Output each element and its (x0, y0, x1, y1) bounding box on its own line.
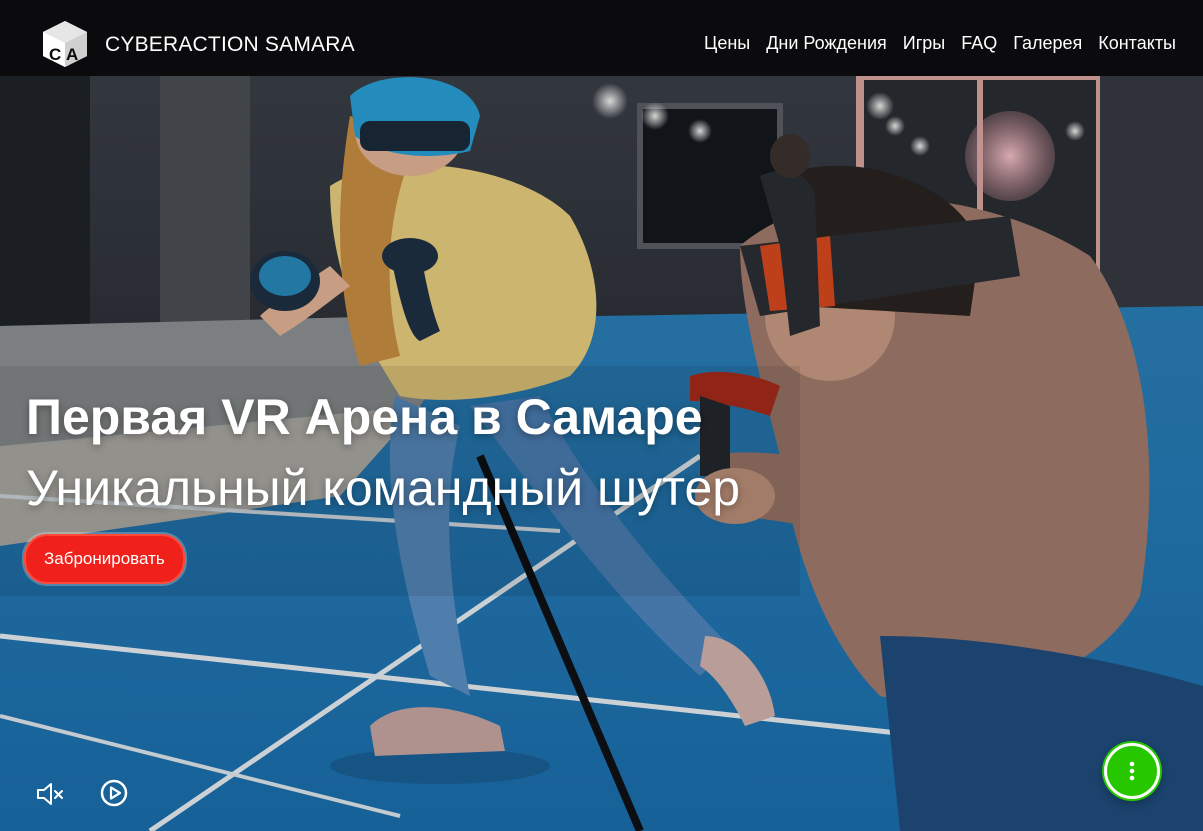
svg-text:C: C (49, 45, 61, 64)
hero-section (0, 76, 1203, 831)
nav-link-games[interactable]: Игры (903, 33, 945, 54)
nav-link-birthdays[interactable]: Дни Рождения (766, 33, 887, 54)
brand-name[interactable]: CYBERACTION SAMARA (105, 33, 355, 57)
speaker-muted-icon[interactable] (34, 778, 66, 810)
hero-subheadline: Уникальный командный шутер (26, 460, 741, 516)
hero-background-image (0, 76, 1203, 831)
nav-link-faq[interactable]: FAQ (961, 33, 997, 54)
svg-text:A: A (66, 45, 78, 64)
site-header: C A CYBERACTION SAMARA Цены Дни Рождения… (0, 0, 1203, 76)
play-circle-icon[interactable] (99, 778, 129, 808)
nav-link-prices[interactable]: Цены (704, 33, 750, 54)
nav-link-gallery[interactable]: Галерея (1013, 33, 1082, 54)
page: C A CYBERACTION SAMARA Цены Дни Рождения… (0, 0, 1203, 831)
logo-icon[interactable]: C A (40, 19, 90, 69)
hero-headline: Первая VR Арена в Самаре (26, 389, 703, 445)
main-nav: Цены Дни Рождения Игры FAQ Галерея Конта… (704, 33, 1176, 54)
floating-menu-button[interactable] (1104, 743, 1160, 799)
nav-link-contacts[interactable]: Контакты (1098, 33, 1176, 54)
vertical-dots-icon (1129, 761, 1135, 781)
book-button[interactable]: Забронировать (24, 534, 185, 584)
